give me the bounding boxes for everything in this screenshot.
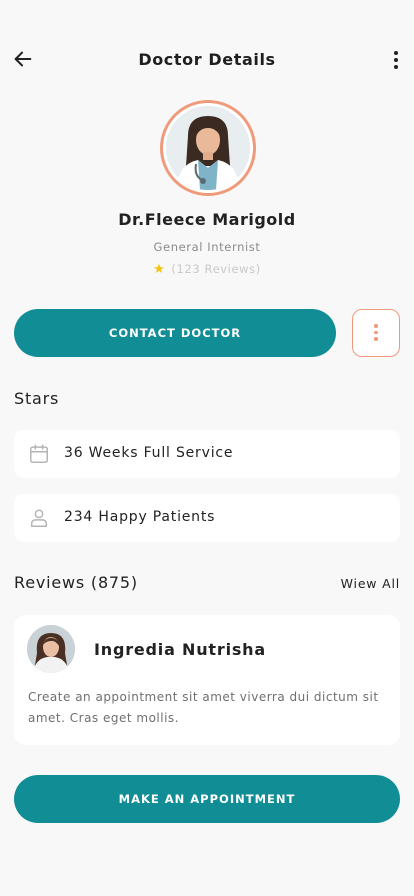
more-vertical-icon bbox=[353, 310, 399, 341]
make-appointment-button[interactable]: MAKE AN APPOINTMENT bbox=[14, 775, 400, 823]
reviews-section-title: Reviews (875) bbox=[14, 573, 138, 592]
view-all-link[interactable]: Wiew All bbox=[341, 576, 400, 591]
contact-doctor-button[interactable]: CONTACT DOCTOR bbox=[14, 309, 336, 357]
stars-section-title: Stars bbox=[14, 389, 60, 408]
calendar-icon bbox=[30, 444, 48, 463]
doctor-avatar bbox=[160, 100, 256, 196]
review-text: Create an appointment sit amet viverra d… bbox=[28, 690, 379, 725]
review-card: Ingredia Nutrisha Create an appointment … bbox=[14, 615, 400, 745]
stat-service-label: 36 Weeks Full Service bbox=[64, 445, 234, 461]
doctor-photo bbox=[166, 106, 250, 190]
user-icon bbox=[30, 509, 48, 527]
doctor-name: Dr.Fleece Marigold bbox=[118, 210, 296, 229]
doctor-specialty: General Internist bbox=[153, 240, 261, 254]
reviewer-avatar bbox=[27, 625, 75, 673]
rating-row: ★ (123 Reviews) bbox=[0, 262, 414, 277]
more-options-button[interactable] bbox=[352, 309, 400, 357]
reviewer-name: Ingredia Nutrisha bbox=[94, 640, 266, 659]
stat-card-patients: 234 Happy Patients bbox=[14, 494, 400, 542]
reviewer-photo bbox=[27, 625, 75, 673]
reviews-count: (123 Reviews) bbox=[171, 262, 261, 276]
top-app-bar: Doctor Details bbox=[0, 44, 414, 76]
stat-card-service: 36 Weeks Full Service bbox=[14, 430, 400, 478]
star-icon: ★ bbox=[153, 262, 166, 277]
overflow-menu-button[interactable] bbox=[388, 48, 404, 72]
page-title: Doctor Details bbox=[138, 50, 276, 69]
more-vertical-icon bbox=[388, 51, 404, 69]
stat-patients-label: 234 Happy Patients bbox=[64, 509, 216, 525]
